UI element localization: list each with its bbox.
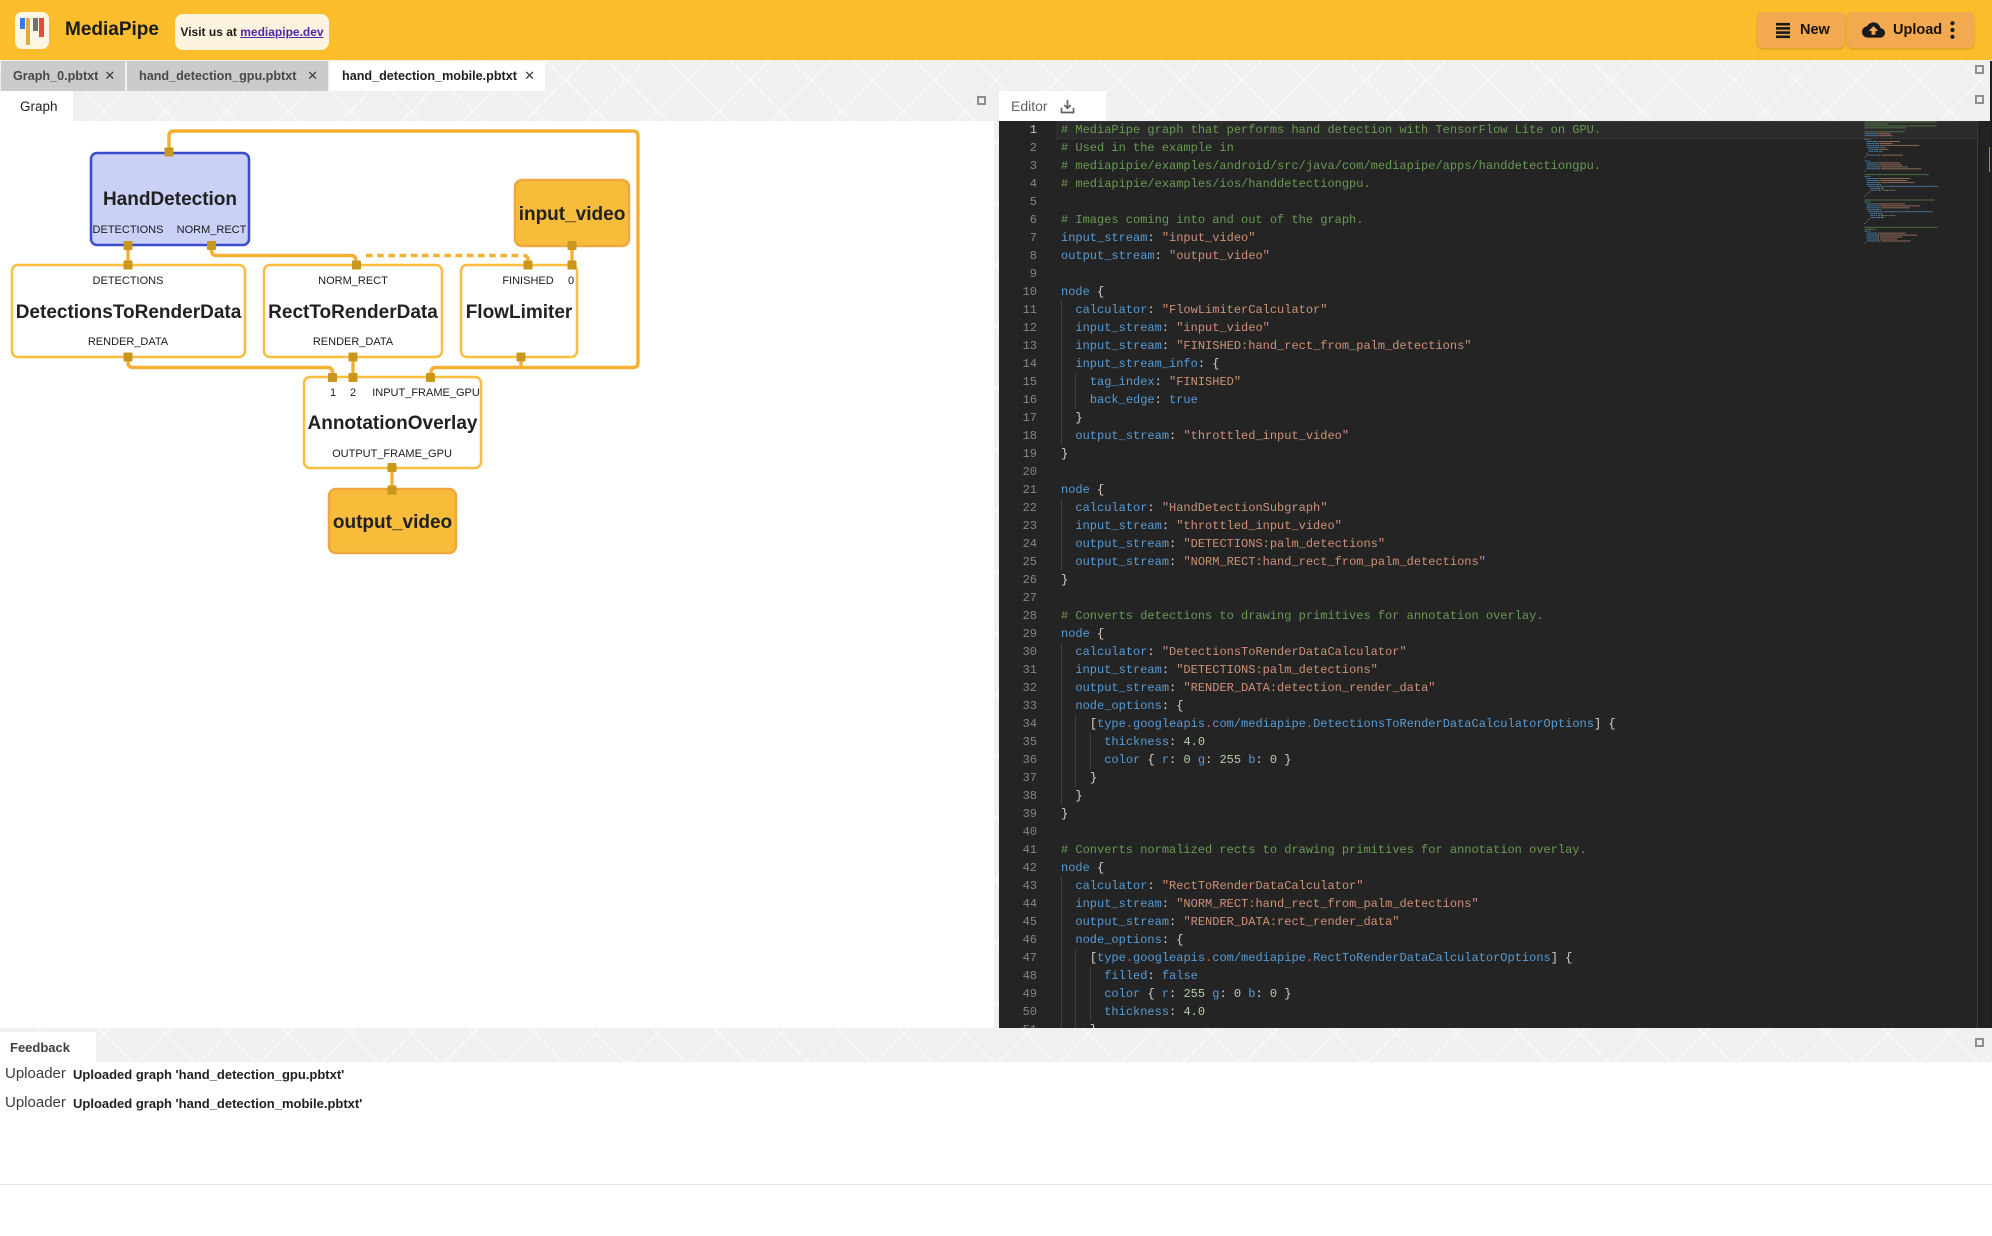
svg-text:FlowLimiter: FlowLimiter xyxy=(466,302,573,323)
svg-text:RENDER_DATA: RENDER_DATA xyxy=(313,336,394,348)
svg-text:DetectionsToRenderData: DetectionsToRenderData xyxy=(16,302,242,323)
svg-text:NORM_RECT: NORM_RECT xyxy=(177,224,247,236)
svg-text:1: 1 xyxy=(330,387,336,399)
svg-text:AnnotationOverlay: AnnotationOverlay xyxy=(308,413,478,434)
svg-text:INPUT_FRAME_GPU: INPUT_FRAME_GPU xyxy=(372,387,480,399)
svg-text:input_video: input_video xyxy=(519,204,626,225)
svg-text:FINISHED: FINISHED xyxy=(502,275,553,287)
svg-text:RectToRenderData: RectToRenderData xyxy=(268,302,438,323)
svg-text:RENDER_DATA: RENDER_DATA xyxy=(88,336,169,348)
svg-text:output_video: output_video xyxy=(333,512,452,533)
svg-text:0: 0 xyxy=(568,275,574,287)
svg-text:OUTPUT_FRAME_GPU: OUTPUT_FRAME_GPU xyxy=(332,448,452,460)
svg-text:2: 2 xyxy=(350,387,356,399)
svg-text:DETECTIONS: DETECTIONS xyxy=(93,224,164,236)
svg-text:HandDetection: HandDetection xyxy=(103,189,237,210)
svg-text:NORM_RECT: NORM_RECT xyxy=(318,275,388,287)
svg-text:DETECTIONS: DETECTIONS xyxy=(93,275,164,287)
